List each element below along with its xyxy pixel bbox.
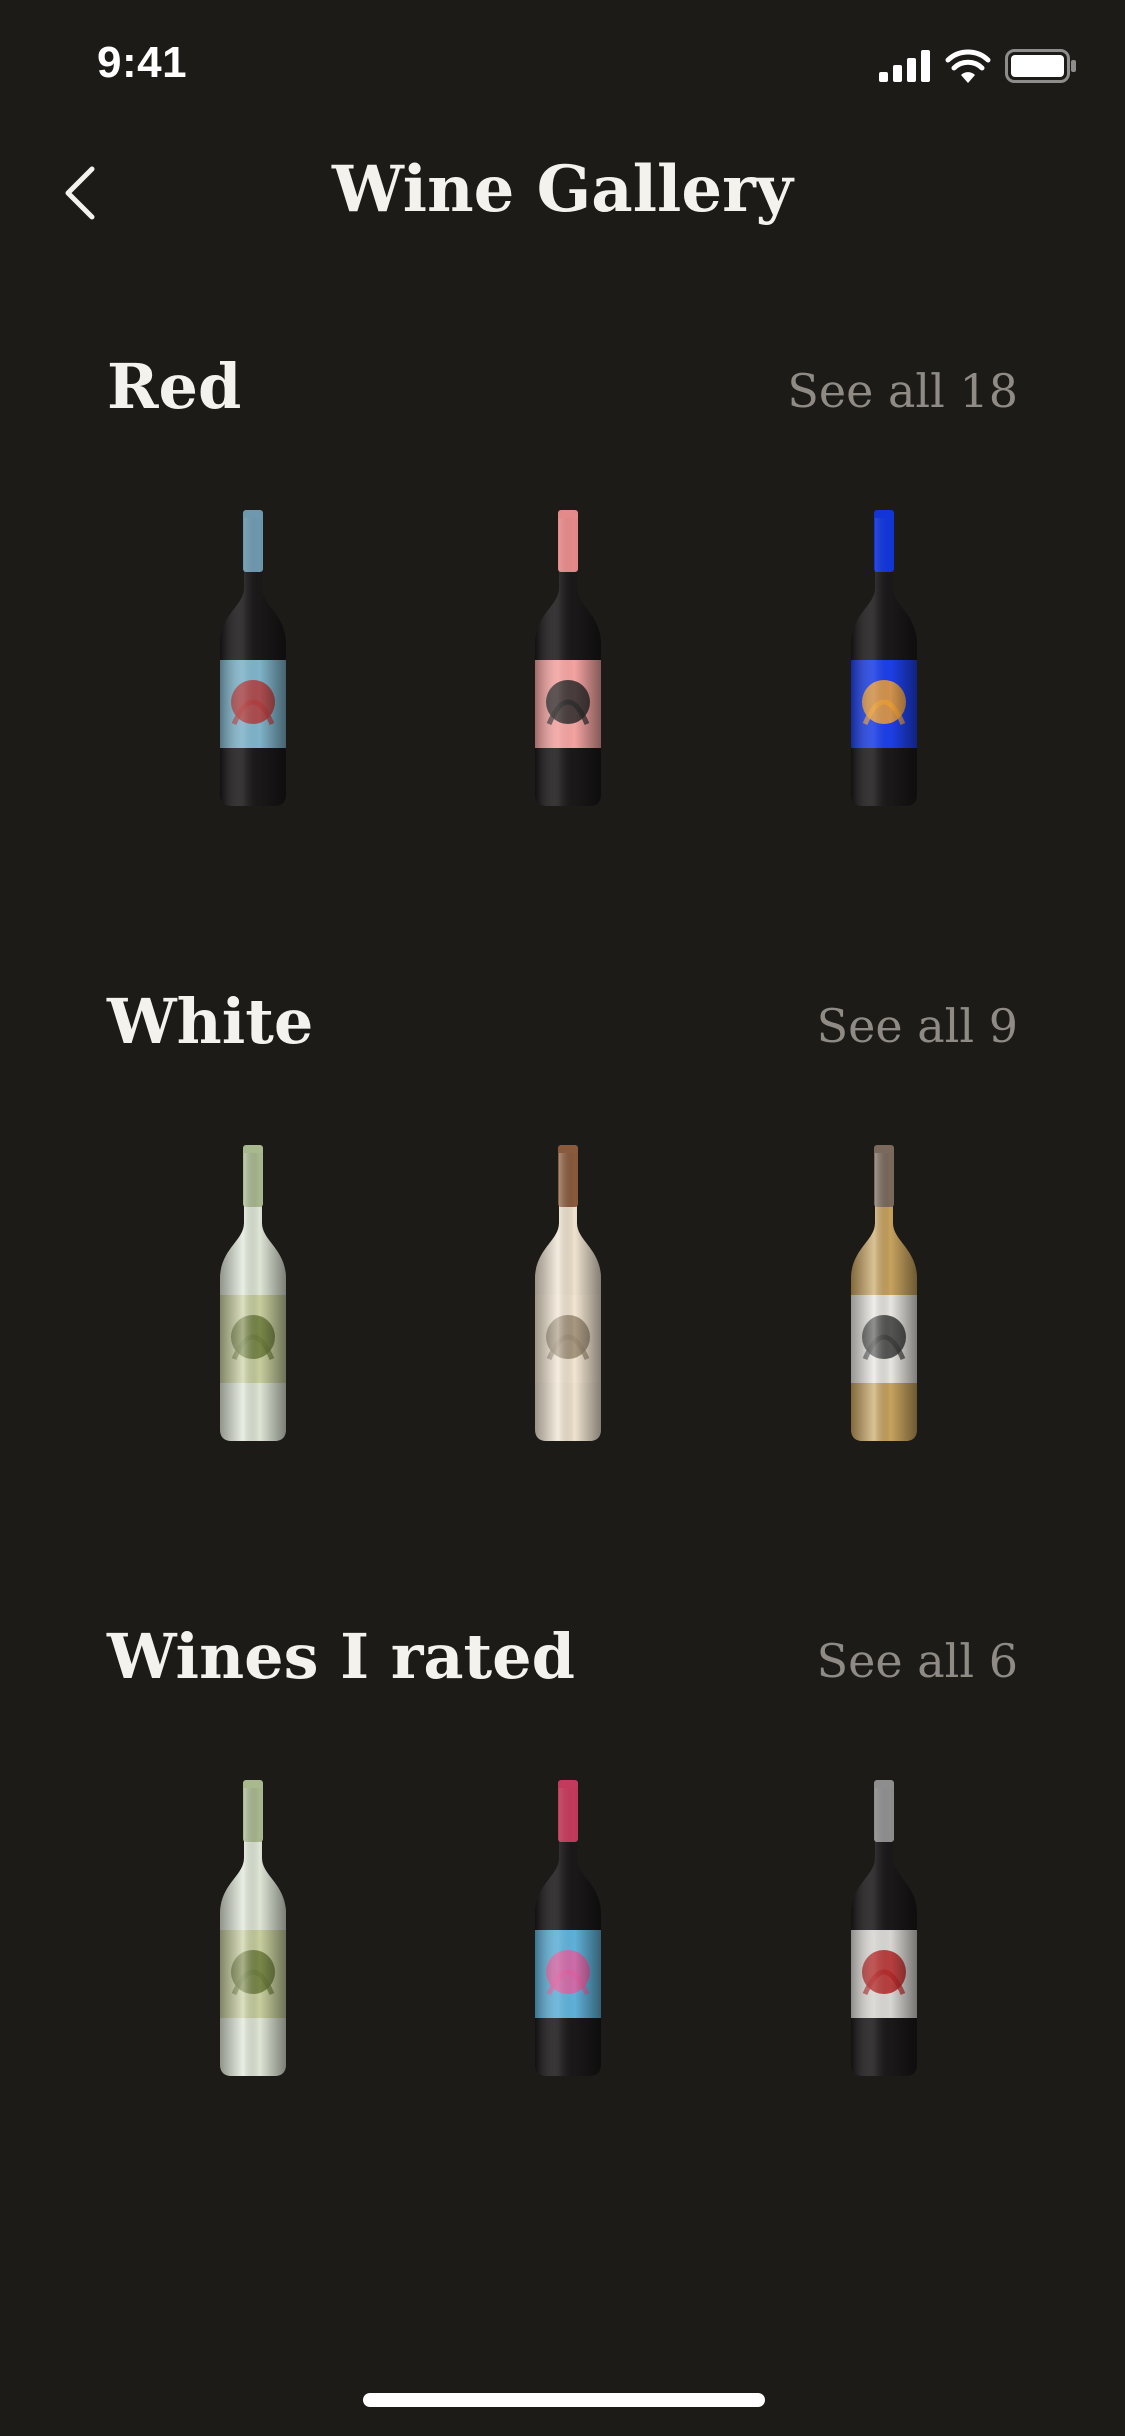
status-bar: 9:41 [0,0,1125,132]
red-bottle-3[interactable] [839,510,929,810]
bottle-row [0,510,1125,840]
section-title: White [107,985,314,1058]
section-red: Red See all 18 [0,350,1125,910]
white-bottle-3[interactable] [839,1145,929,1445]
red-bottle-1[interactable] [208,510,298,810]
page-title: Wine Gallery [332,152,793,227]
status-time: 9:41 [97,38,188,87]
battery-icon [1005,49,1077,87]
cellular-signal-icon [879,50,931,86]
white-bottle-2[interactable] [523,1145,613,1445]
bottle-row [0,1145,1125,1475]
status-icons [879,48,1077,88]
rated-bottle-2[interactable] [523,1780,613,2080]
nav-bar: Wine Gallery [0,140,1125,250]
wifi-icon [945,49,991,87]
section-header: Red See all 18 [107,350,1018,440]
home-indicator [363,2393,765,2407]
section-header: White See all 9 [107,985,1018,1075]
section-title: Red [107,350,242,423]
see-all-link[interactable]: See all 18 [787,364,1018,418]
rated-bottle-3[interactable] [839,1780,929,2080]
red-bottle-2[interactable] [523,510,613,810]
see-all-link[interactable]: See all 6 [817,1634,1018,1688]
rated-bottle-1[interactable] [208,1780,298,2080]
section-header: Wines I rated See all 6 [107,1620,1018,1710]
bottle-row [0,1780,1125,2110]
white-bottle-1[interactable] [208,1145,298,1445]
section-white: White See all 9 [0,985,1125,1545]
section-title: Wines I rated [107,1620,575,1693]
section-wines-i-rated: Wines I rated See all 6 [0,1620,1125,2180]
see-all-link[interactable]: See all 9 [817,999,1018,1053]
